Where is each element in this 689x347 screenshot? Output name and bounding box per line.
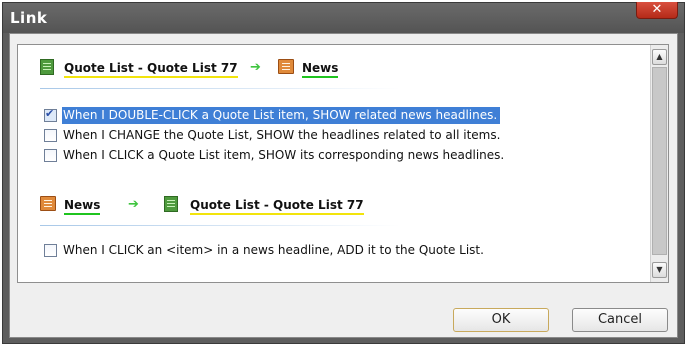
scroll-up-button[interactable]: ▲ [652, 49, 667, 65]
news-icon [278, 59, 294, 74]
ok-button[interactable]: OK [453, 308, 549, 332]
news-icon [40, 196, 56, 211]
dialog-body: Quote List - Quote List 77 ➔ News When I… [9, 33, 678, 338]
option-label: When I CHANGE the Quote List, SHOW the h… [63, 128, 501, 142]
arrow-right-icon: ➔ [250, 60, 261, 75]
option-label: When I CLICK an <item> in a news headlin… [63, 243, 484, 257]
dialog-title: Link [10, 9, 48, 27]
option-checkbox[interactable] [44, 129, 57, 142]
option-click-item-add-to-quote-list[interactable]: When I CLICK an <item> in a news headlin… [44, 242, 534, 259]
arrow-right-icon: ➔ [128, 197, 139, 212]
option-change-show-all-headlines[interactable]: When I CHANGE the Quote List, SHOW the h… [44, 127, 534, 144]
option-double-click-show-news[interactable]: When I DOUBLE-CLICK a Quote List item, S… [44, 107, 534, 124]
vertical-scrollbar[interactable]: ▲ ▼ [650, 45, 668, 282]
quote-list-icon [164, 196, 178, 212]
section-header-quote-to-news: Quote List - Quote List 77 ➔ News [40, 59, 400, 89]
section-source-label: News [64, 198, 101, 215]
option-checkbox[interactable] [44, 107, 57, 122]
option-checkbox[interactable] [44, 244, 57, 257]
option-click-show-news[interactable]: When I CLICK a Quote List item, SHOW its… [44, 147, 534, 164]
section-source-label: Quote List - Quote List 77 [64, 61, 238, 78]
option-checkbox[interactable] [44, 149, 57, 162]
close-button[interactable]: ✕ [636, 2, 678, 19]
section-target-label: Quote List - Quote List 77 [190, 198, 364, 215]
scroll-down-button[interactable]: ▼ [652, 262, 667, 278]
link-options-panel: Quote List - Quote List 77 ➔ News When I… [17, 44, 669, 283]
section-divider [40, 88, 400, 89]
close-icon: ✕ [651, 2, 663, 17]
title-bar[interactable]: Link ✕ [3, 2, 684, 33]
section-header-news-to-quote: News ➔ Quote List - Quote List 77 [40, 196, 400, 226]
section-target-label: News [302, 61, 339, 78]
option-label: When I DOUBLE-CLICK a Quote List item, S… [62, 107, 501, 124]
quote-list-icon [40, 59, 54, 75]
cancel-button[interactable]: Cancel [572, 308, 668, 332]
scroll-thumb[interactable] [652, 67, 667, 255]
link-dialog: Link ✕ Quote List - Quote List 77 ➔ News… [2, 2, 685, 344]
option-label: When I CLICK a Quote List item, SHOW its… [63, 148, 505, 162]
section-divider [40, 225, 400, 226]
